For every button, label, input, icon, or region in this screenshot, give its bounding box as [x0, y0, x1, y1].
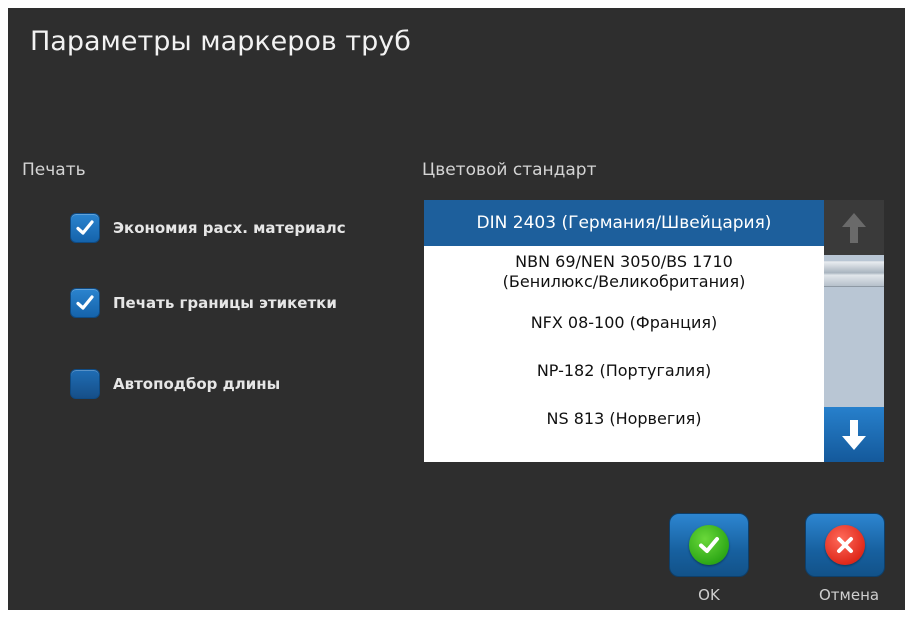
option-print-border[interactable]: Печать границы этикетки — [70, 287, 365, 319]
close-icon — [825, 525, 865, 565]
list-item-label: NS 813 (Норвегия) — [546, 409, 702, 428]
list-item-ns-813[interactable]: NS 813 (Норвегия) — [424, 400, 824, 438]
auto-length-checkbox[interactable] — [70, 369, 100, 399]
cancel-label: Отмена — [819, 586, 880, 604]
print-border-checkbox[interactable] — [70, 288, 100, 318]
ok-label: OK — [698, 586, 720, 604]
list-item-np-182[interactable]: NP-182 (Португалия) — [424, 352, 824, 390]
auto-length-label: Автоподбор длины — [113, 375, 281, 393]
list-item-din-2403[interactable]: DIN 2403 (Германия/Швейцария) — [424, 200, 824, 246]
save-material-checkbox[interactable] — [70, 213, 100, 243]
arrow-up-icon — [842, 212, 866, 243]
checkmark-icon — [689, 525, 729, 565]
print-section-label: Печать — [22, 160, 86, 180]
save-material-label: Экономия расх. материалс — [113, 219, 346, 237]
list-item-label: NFX 08-100 (Франция) — [530, 313, 718, 332]
pipe-marker-settings-dialog: Параметры маркеров труб Печать Экономия … — [8, 8, 905, 610]
color-standard-scrollbar[interactable] — [824, 200, 884, 462]
scroll-up-button[interactable] — [824, 200, 884, 255]
option-save-material[interactable]: Экономия расх. материалс — [70, 212, 365, 244]
list-item-nfx-08-100[interactable]: NFX 08-100 (Франция) — [424, 304, 824, 342]
list-item-label: DIN 2403 (Германия/Швейцария) — [476, 213, 772, 233]
color-standard-label: Цветовой стандарт — [422, 160, 597, 180]
scroll-track[interactable] — [824, 255, 884, 407]
ok-button[interactable] — [669, 513, 749, 577]
page-title: Параметры маркеров труб — [30, 26, 411, 57]
arrow-down-icon — [842, 419, 866, 450]
list-item-label: NBN 69/NEN 3050/BS 1710 — [515, 252, 733, 271]
checkmark-icon — [76, 295, 94, 310]
option-auto-length[interactable]: Автоподбор длины — [70, 368, 365, 400]
scroll-thumb[interactable] — [824, 261, 884, 287]
color-standard-list[interactable]: DIN 2403 (Германия/Швейцария) NBN 69/NEN… — [424, 200, 824, 462]
list-item-label: NP-182 (Португалия) — [536, 361, 712, 380]
cancel-button[interactable] — [805, 513, 885, 577]
list-item-label-2: (Бенилюкс/Великобритания) — [502, 272, 746, 291]
scroll-down-button[interactable] — [824, 407, 884, 462]
print-border-label: Печать границы этикетки — [113, 294, 337, 312]
checkmark-icon — [76, 220, 94, 235]
list-item-nbn-69[interactable]: NBN 69/NEN 3050/BS 1710 (Бенилюкс/Велико… — [424, 250, 824, 294]
